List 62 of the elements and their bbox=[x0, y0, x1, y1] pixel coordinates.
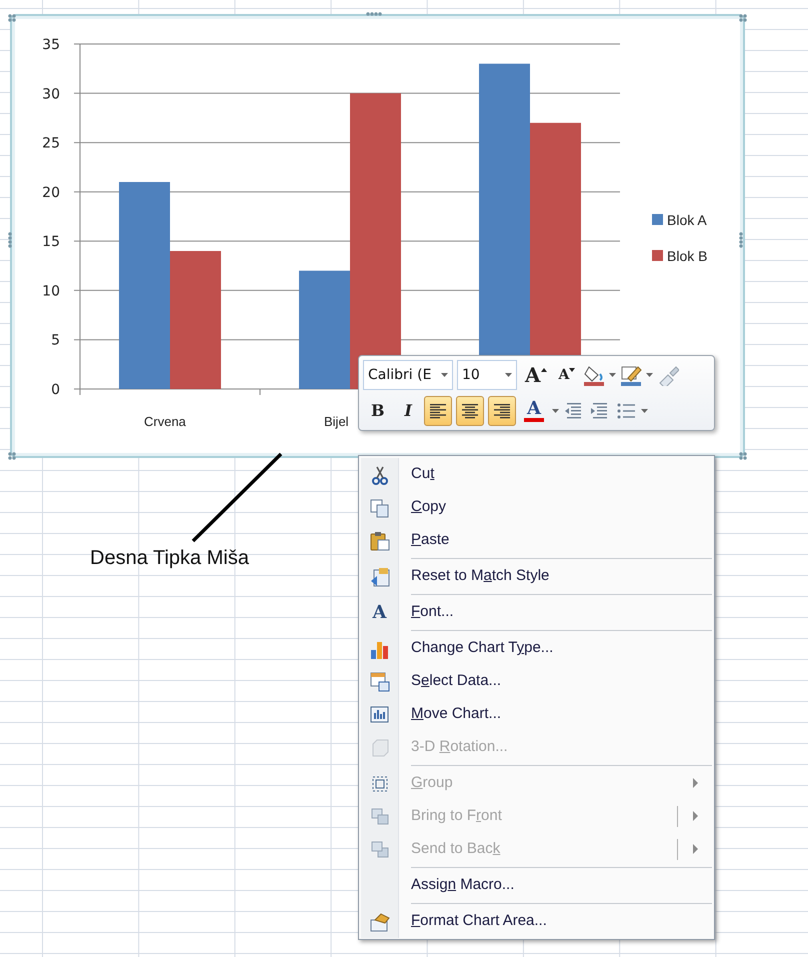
category-label: Bijel bbox=[324, 414, 349, 429]
bold-button[interactable]: B bbox=[363, 396, 393, 426]
menu-item[interactable]: Copy bbox=[361, 491, 712, 524]
reset-style-icon bbox=[368, 566, 390, 588]
align-left-button[interactable] bbox=[424, 396, 452, 426]
annotation-text: Desna Tipka Miša bbox=[90, 546, 249, 571]
dropdown-arrow-icon[interactable] bbox=[505, 373, 512, 377]
axis-tick-label: 30 bbox=[42, 86, 60, 102]
pen-line-icon[interactable] bbox=[620, 364, 642, 386]
resize-handle[interactable] bbox=[8, 232, 12, 248]
font-size-field[interactable]: 10 bbox=[457, 360, 517, 390]
align-center-button[interactable] bbox=[456, 396, 484, 426]
legend-label: Blok B bbox=[667, 248, 708, 264]
dropdown-arrow-icon[interactable] bbox=[552, 409, 560, 413]
menu-item[interactable]: Assign Macro... bbox=[361, 869, 712, 902]
fill-bucket-icon[interactable] bbox=[583, 364, 606, 386]
dropdown-arrow-icon[interactable] bbox=[646, 373, 654, 377]
align-lines-icon bbox=[428, 403, 448, 419]
resize-handle[interactable] bbox=[8, 14, 16, 22]
axis-tick-label: 10 bbox=[42, 283, 60, 300]
align-right-button[interactable] bbox=[488, 396, 516, 426]
dropdown-arrow-icon[interactable] bbox=[609, 373, 616, 377]
format-area-icon bbox=[368, 910, 390, 932]
menu-item[interactable]: Cut bbox=[361, 458, 712, 491]
align-lines-icon bbox=[492, 403, 512, 419]
menu-item[interactable]: Select Data... bbox=[361, 665, 712, 698]
menu-item[interactable]: Paste bbox=[361, 524, 712, 557]
resize-handle[interactable] bbox=[739, 14, 747, 22]
move-chart-icon bbox=[368, 704, 390, 726]
bring-forward-icon bbox=[368, 806, 390, 828]
dropdown-arrow-icon[interactable] bbox=[641, 409, 648, 413]
legend-label: Blok A bbox=[667, 212, 707, 228]
font-field[interactable]: Calibri (E bbox=[363, 360, 453, 390]
menu-item[interactable]: Change Chart Type... bbox=[361, 632, 712, 665]
font-letter-icon: A bbox=[372, 599, 386, 626]
caret-icon bbox=[569, 367, 576, 373]
resize-handle[interactable] bbox=[366, 12, 382, 16]
resize-handle[interactable] bbox=[739, 452, 747, 460]
font-color-button[interactable]: A bbox=[520, 396, 548, 426]
grow-font-button[interactable]: A bbox=[521, 360, 551, 390]
axis-tick-label: 5 bbox=[51, 332, 60, 349]
send-backward-icon bbox=[368, 838, 390, 860]
copy-icon bbox=[368, 496, 390, 518]
axis-tick-label: 35 bbox=[42, 37, 60, 53]
select-data-icon bbox=[368, 670, 390, 692]
menu-item[interactable]: A Font... bbox=[361, 596, 712, 629]
dropdown-arrow-icon[interactable] bbox=[441, 373, 448, 377]
axis-tick-label: 20 bbox=[42, 184, 60, 201]
align-lines-icon bbox=[460, 403, 480, 419]
shrink-font-button[interactable]: A bbox=[554, 360, 580, 390]
axis-tick-label: 15 bbox=[42, 234, 60, 250]
axis-tick-label: 0 bbox=[51, 382, 60, 398]
menu-item[interactable]: Reset to Match Style bbox=[361, 560, 712, 593]
resize-handle[interactable] bbox=[739, 232, 743, 248]
italic-button[interactable]: I bbox=[396, 396, 420, 426]
axis-tick-label: 25 bbox=[42, 136, 60, 152]
category-label: Crvena bbox=[144, 414, 186, 429]
menu-item[interactable]: Move Chart... bbox=[361, 698, 712, 731]
menu-item[interactable]: Format Chart Area... bbox=[361, 905, 712, 938]
resize-handle[interactable] bbox=[8, 452, 16, 460]
clipboard-icon bbox=[368, 530, 390, 552]
caret-icon bbox=[540, 367, 547, 373]
